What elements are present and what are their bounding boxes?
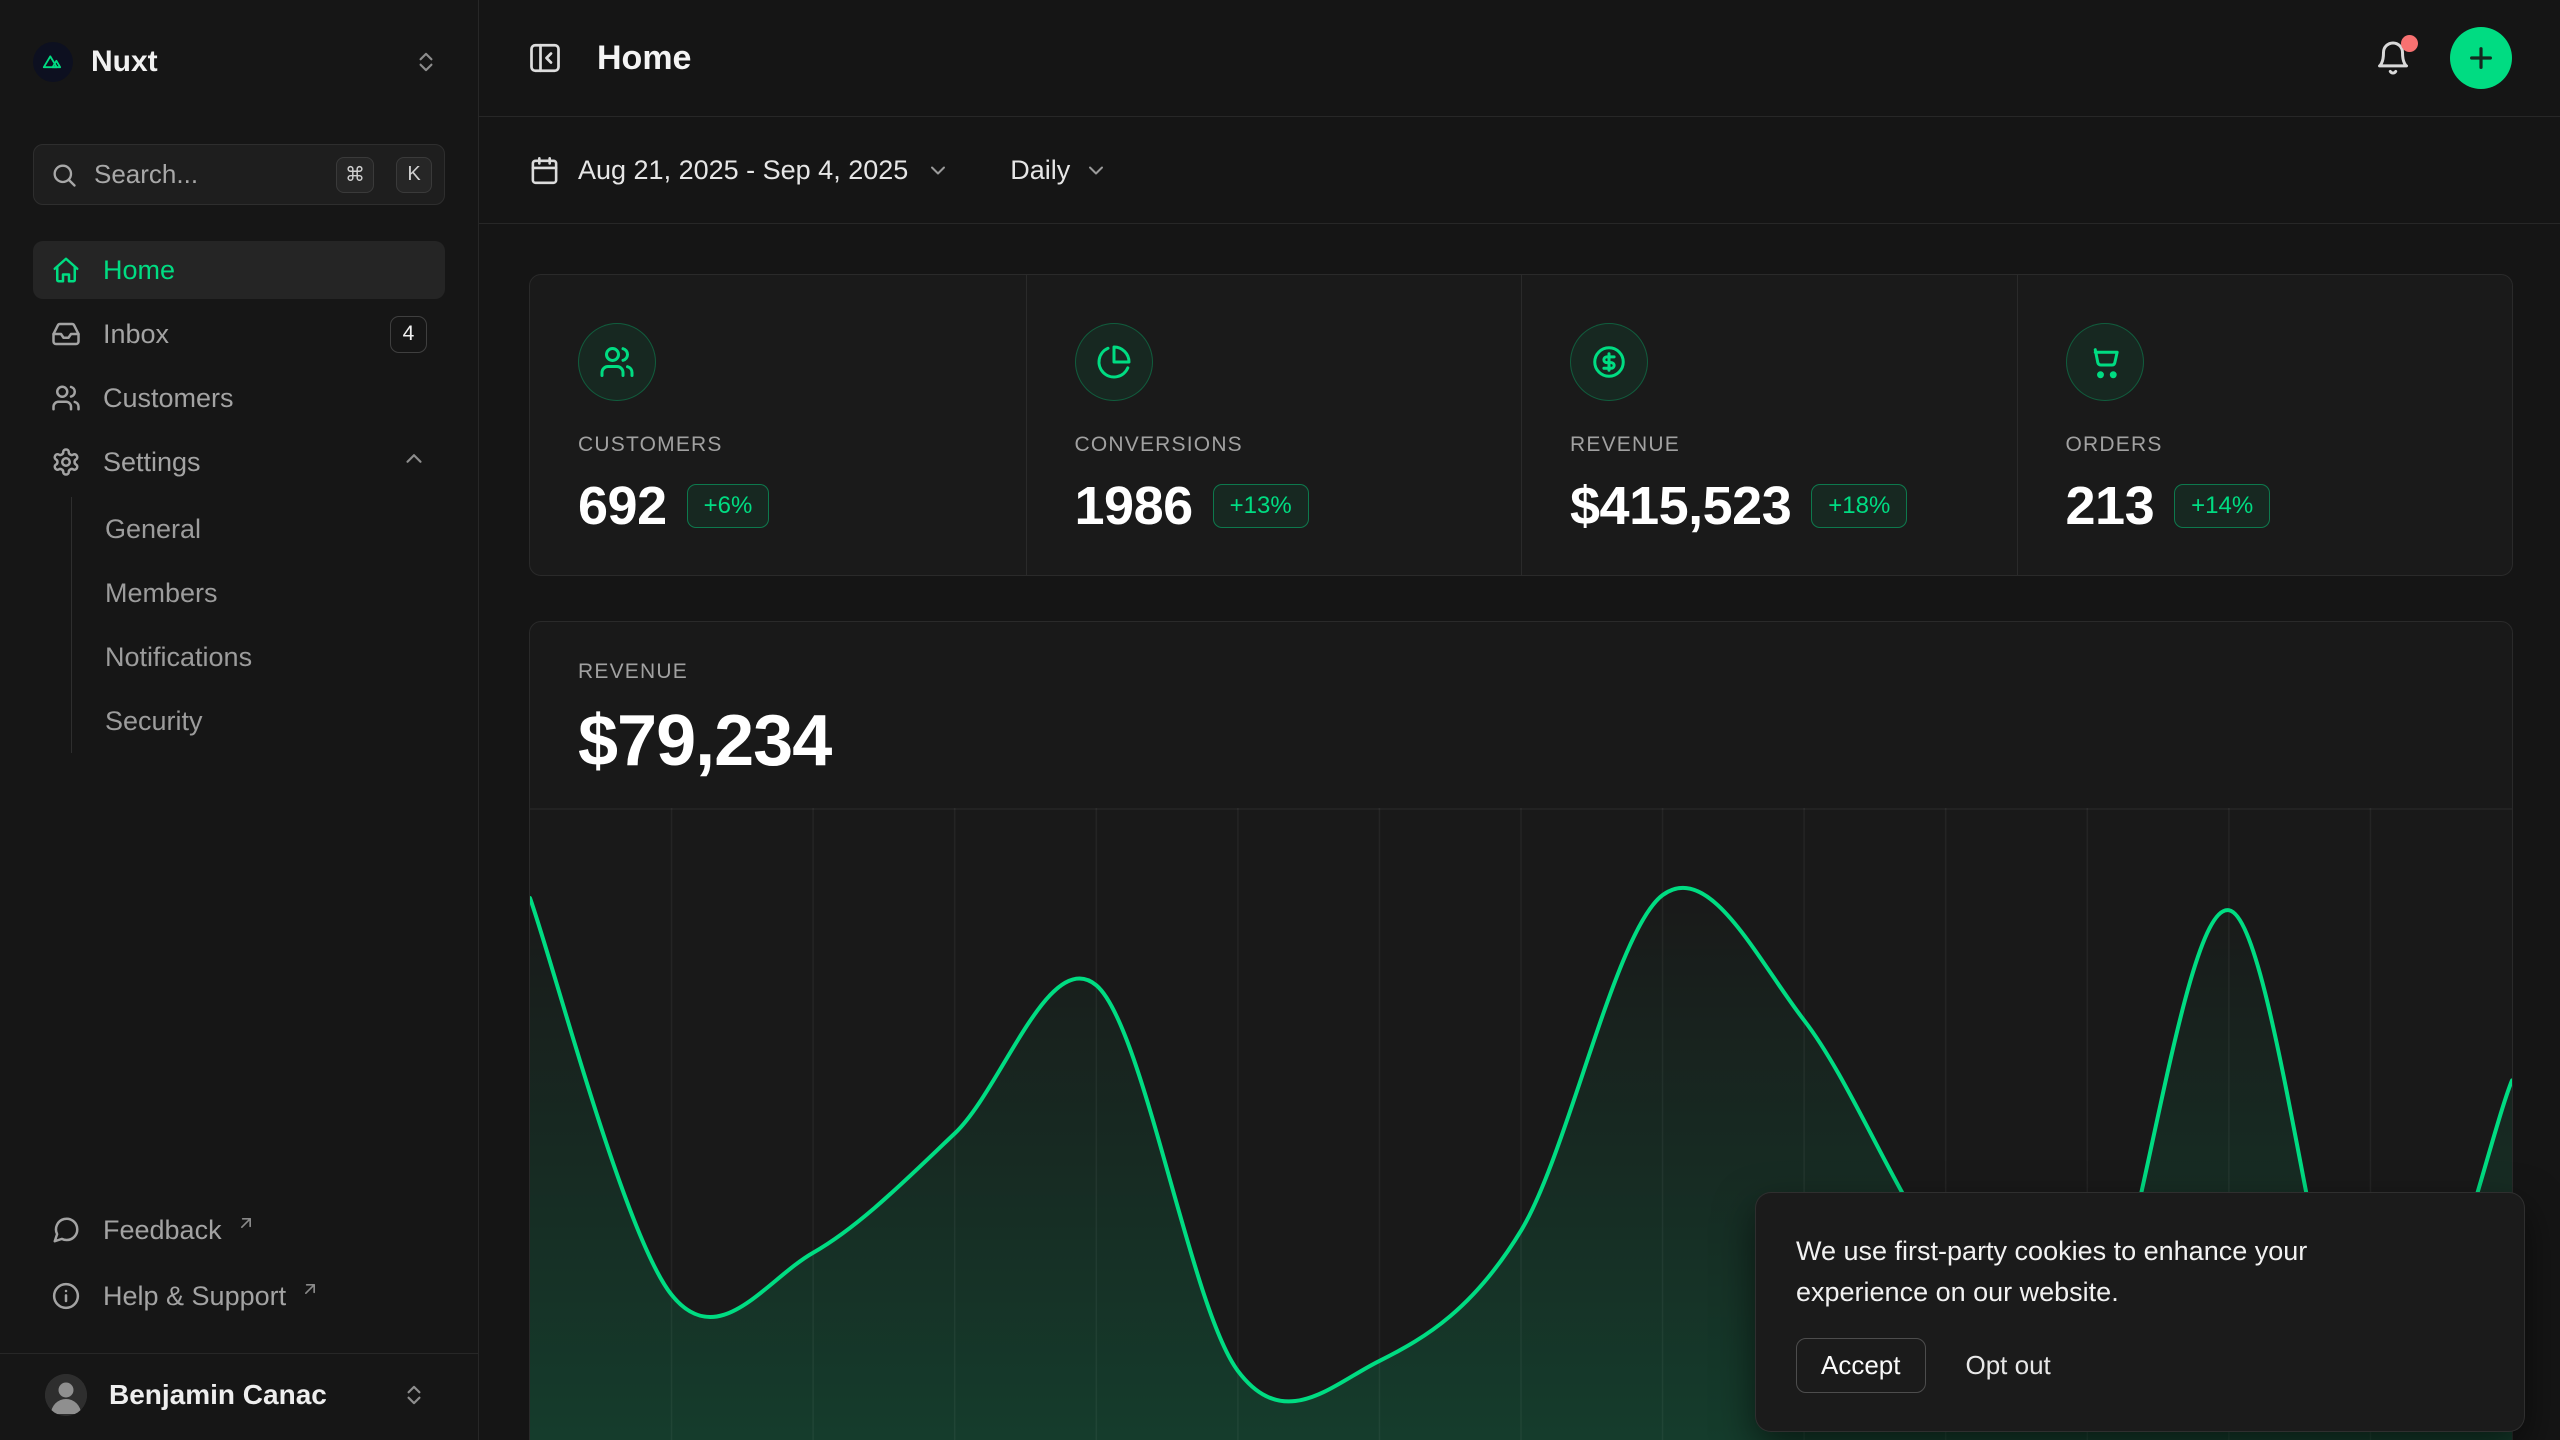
sidebar-item-general[interactable]: General [105, 497, 445, 561]
sidebar-item-label: Inbox [103, 319, 368, 350]
help-support-label: Help & Support [103, 1281, 286, 1312]
sidebar: Nuxt Search... ⌘ K Home [0, 0, 479, 1440]
period-value: Daily [1010, 155, 1070, 186]
sidebar-item-home[interactable]: Home [33, 241, 445, 299]
sidebar-item-notifications[interactable]: Notifications [105, 625, 445, 689]
home-icon [51, 255, 81, 285]
search-icon [50, 161, 78, 189]
stat-label: REVENUE [1570, 433, 1969, 457]
stats-cards: CUSTOMERS 692 +6% CONVERSIONS 1986 [529, 274, 2513, 576]
search-placeholder: Search... [94, 159, 314, 190]
top-toolbar: Home [479, 0, 2560, 117]
revenue-panel-label: REVENUE [578, 660, 2464, 684]
chevrons-up-down-icon [395, 1376, 433, 1414]
notifications-button[interactable] [2368, 33, 2418, 83]
stat-label: ORDERS [2066, 433, 2465, 457]
inbox-icon [51, 319, 81, 349]
app-window: Nuxt Search... ⌘ K Home [0, 0, 2560, 1440]
avatar [45, 1374, 87, 1416]
stat-label: CONVERSIONS [1075, 433, 1474, 457]
sidebar-item-label: Customers [103, 383, 427, 414]
sidebar-item-inbox[interactable]: Inbox 4 [33, 305, 445, 363]
sidebar-item-settings[interactable]: Settings [33, 433, 445, 491]
stat-change-badge: +6% [687, 484, 770, 528]
nuxt-logo-icon [33, 42, 73, 82]
users-icon [578, 323, 656, 401]
stat-change-badge: +14% [2174, 484, 2270, 528]
panel-left-close-icon [527, 40, 563, 76]
cookie-banner: We use first-party cookies to enhance yo… [1755, 1192, 2525, 1432]
sidebar-item-label: Settings [103, 447, 379, 478]
users-icon [51, 383, 81, 413]
settings-subnav: General Members Notifications Security [71, 497, 445, 753]
stat-label: CUSTOMERS [578, 433, 978, 457]
user-name: Benjamin Canac [109, 1379, 373, 1411]
chevron-down-icon [926, 158, 950, 182]
kbd-cmd: ⌘ [336, 157, 374, 193]
sidebar-item-security[interactable]: Security [105, 689, 445, 753]
cart-icon [2066, 323, 2144, 401]
arrow-up-right-icon [300, 1279, 320, 1299]
chevrons-up-down-icon[interactable] [407, 43, 445, 81]
feedback-link[interactable]: Feedback [33, 1197, 445, 1263]
sidebar-nav: Home Inbox 4 Customers [33, 241, 445, 753]
help-support-link[interactable]: Help & Support [33, 1263, 445, 1329]
stat-card-conversions[interactable]: CONVERSIONS 1986 +13% [1026, 275, 1522, 575]
calendar-icon [529, 155, 560, 186]
sidebar-spacer [33, 753, 445, 1197]
stat-value: 213 [2066, 475, 2155, 537]
pie-chart-icon [1075, 323, 1153, 401]
cookie-accept-button[interactable]: Accept [1796, 1338, 1926, 1393]
cookie-message: We use first-party cookies to enhance yo… [1796, 1231, 2446, 1312]
sidebar-item-customers[interactable]: Customers [33, 369, 445, 427]
inbox-count-badge: 4 [390, 316, 427, 353]
brand-name: Nuxt [91, 45, 389, 79]
feedback-label: Feedback [103, 1215, 222, 1246]
search-input[interactable]: Search... ⌘ K [33, 144, 445, 205]
page-title: Home [597, 39, 2368, 78]
workspace-selector[interactable]: Nuxt [33, 40, 445, 84]
sidebar-collapse-button[interactable] [527, 40, 563, 76]
stat-value: $415,523 [1570, 475, 1791, 537]
date-range-picker[interactable]: Aug 21, 2025 - Sep 4, 2025 [527, 145, 952, 196]
stat-value: 692 [578, 475, 667, 537]
stat-card-orders[interactable]: ORDERS 213 +14% [2017, 275, 2513, 575]
stat-card-revenue[interactable]: REVENUE $415,523 +18% [1521, 275, 2017, 575]
sidebar-item-label: Home [103, 255, 427, 286]
sidebar-item-members[interactable]: Members [105, 561, 445, 625]
chevron-up-icon [401, 446, 427, 479]
period-select[interactable]: Daily [1008, 145, 1110, 196]
revenue-panel-value: $79,234 [578, 700, 2464, 782]
cookie-optout-button[interactable]: Opt out [1966, 1350, 2051, 1381]
date-range-value: Aug 21, 2025 - Sep 4, 2025 [578, 155, 908, 186]
filter-toolbar: Aug 21, 2025 - Sep 4, 2025 Daily [479, 117, 2560, 224]
notification-dot [2401, 35, 2418, 52]
gear-icon [51, 447, 81, 477]
user-menu[interactable]: Benjamin Canac [0, 1353, 478, 1440]
stat-change-badge: +13% [1213, 484, 1309, 528]
arrow-up-right-icon [236, 1213, 256, 1233]
info-circle-icon [51, 1281, 81, 1311]
plus-icon [2465, 42, 2497, 74]
sidebar-footer-links: Feedback Help & Support [33, 1197, 445, 1329]
stat-change-badge: +18% [1811, 484, 1907, 528]
stat-value: 1986 [1075, 475, 1193, 537]
dollar-circle-icon [1570, 323, 1648, 401]
chevron-down-icon [1084, 158, 1108, 182]
stat-card-customers[interactable]: CUSTOMERS 692 +6% [530, 275, 1026, 575]
chat-bubble-icon [51, 1215, 81, 1245]
kbd-k: K [396, 157, 432, 193]
add-button[interactable] [2450, 27, 2512, 89]
